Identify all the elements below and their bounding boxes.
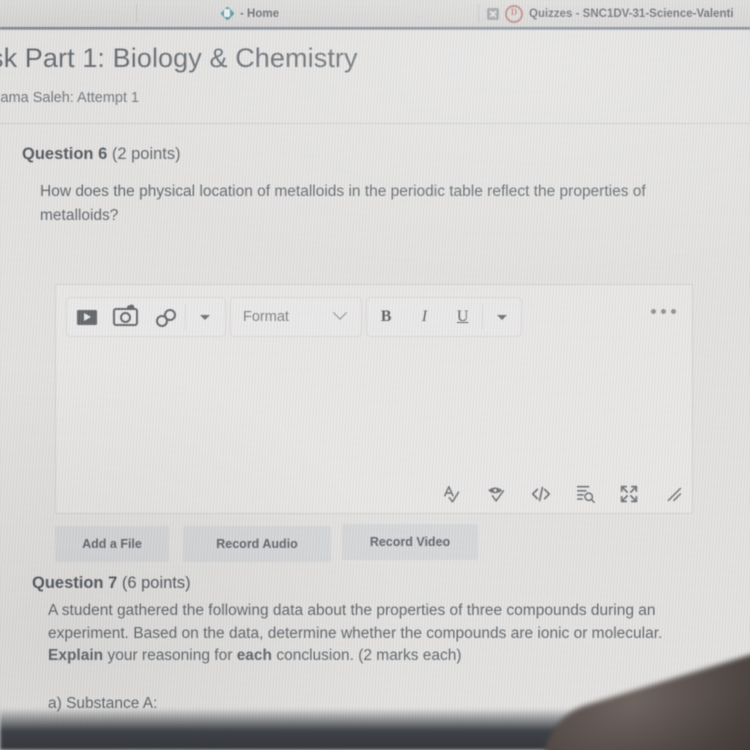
- format-select-label: Format: [243, 309, 289, 325]
- page-title: sk Part 1: Biology & Chemistry: [0, 43, 358, 73]
- browser-tab-strip: - Home D Quizzes - SNC1DV-31-Science-Val…: [0, 0, 750, 27]
- editor-toolbar-insert-group: [66, 297, 226, 337]
- question-7-prompt-emphasis-each: each: [236, 647, 273, 664]
- record-video-button[interactable]: Record Video: [342, 524, 478, 560]
- insert-link-button[interactable]: [146, 298, 185, 336]
- add-file-button[interactable]: Add a File: [55, 526, 169, 562]
- spellcheck-icon[interactable]: [442, 483, 464, 505]
- html-source-icon[interactable]: [530, 483, 552, 505]
- tab-separator: [136, 4, 137, 23]
- camera-icon: [113, 308, 139, 326]
- play-video-icon: [76, 309, 97, 325]
- question-7-number: Question 7: [32, 574, 118, 592]
- record-audio-label: Record Audio: [216, 537, 298, 551]
- ellipsis-icon: [661, 309, 666, 314]
- browser-tab-quizzes-label: Quizzes - SNC1DV-31-Science-Valenti: [529, 7, 734, 20]
- attempt-subtitle: Rama Saleh: Attempt 1: [0, 90, 140, 106]
- question-7-prompt-part1: A student gathered the following data ab…: [48, 602, 663, 642]
- browser-tab-home-label: - Home: [240, 7, 279, 20]
- accessibility-check-icon[interactable]: [486, 483, 508, 505]
- record-video-label: Record Video: [369, 535, 451, 549]
- style-more-button[interactable]: [483, 298, 521, 336]
- underline-button[interactable]: U: [444, 298, 482, 336]
- question-7-prompt-part2: your reasoning for: [103, 647, 237, 664]
- chevron-down-icon: [496, 314, 507, 320]
- browser-tab-home[interactable]: - Home: [150, 0, 350, 27]
- insert-media-button[interactable]: [67, 298, 106, 336]
- quiz-page: sk Part 1: Biology & Chemistry Rama Sale…: [0, 30, 750, 750]
- ellipsis-icon: [651, 309, 656, 314]
- screen-content: - Home D Quizzes - SNC1DV-31-Science-Val…: [0, 0, 750, 750]
- question-7-prompt-part3: conclusion. (2 marks each): [272, 647, 462, 664]
- italic-button[interactable]: I: [405, 298, 443, 336]
- toolbar-overflow-button[interactable]: [651, 309, 676, 314]
- format-select[interactable]: Format: [230, 297, 362, 337]
- insert-image-button[interactable]: [106, 298, 145, 336]
- question-7-prompt-emphasis-explain: Explain: [48, 647, 104, 664]
- word-count-icon[interactable]: [574, 483, 596, 505]
- question-6-heading: Question 6 (2 points): [22, 145, 181, 164]
- brightspace-favicon-icon: D: [505, 4, 523, 23]
- question-6-prompt: How does the physical location of metall…: [40, 183, 646, 224]
- question-6-number: Question 6: [22, 145, 108, 163]
- link-icon: [155, 309, 177, 327]
- editor-toolbar-style-group: B I U: [366, 297, 522, 337]
- add-file-label: Add a File: [82, 537, 142, 551]
- tab-separator: [478, 4, 479, 23]
- chevron-down-icon: [332, 305, 348, 320]
- browser-tab-quizzes[interactable]: D Quizzes - SNC1DV-31-Science-Valenti: [487, 0, 750, 27]
- sharepoint-favicon-icon: [221, 7, 234, 20]
- resize-handle-icon[interactable]: [662, 483, 684, 505]
- bold-label: B: [380, 308, 392, 325]
- question-7-prompt: A student gathered the following data ab…: [48, 600, 698, 668]
- question-6-points: (2 points): [111, 145, 181, 163]
- question-7-points: (6 points): [121, 574, 191, 592]
- question-7-heading: Question 7 (6 points): [32, 574, 191, 593]
- italic-label: I: [421, 308, 428, 325]
- insert-more-button[interactable]: [186, 298, 225, 336]
- photographed-screen: - Home D Quizzes - SNC1DV-31-Science-Val…: [0, 0, 750, 750]
- close-icon[interactable]: [487, 7, 499, 20]
- fullscreen-icon[interactable]: [618, 483, 640, 505]
- answer-editor[interactable]: Format B I U: [55, 284, 693, 514]
- ellipsis-icon: [671, 309, 676, 314]
- record-audio-button[interactable]: Record Audio: [183, 526, 331, 562]
- chevron-down-icon: [200, 314, 211, 320]
- bold-button[interactable]: B: [367, 298, 405, 336]
- header-divider: [0, 123, 750, 124]
- editor-status-bar: [442, 483, 684, 505]
- answer-text-area[interactable]: [57, 347, 691, 473]
- underline-label: U: [456, 308, 469, 325]
